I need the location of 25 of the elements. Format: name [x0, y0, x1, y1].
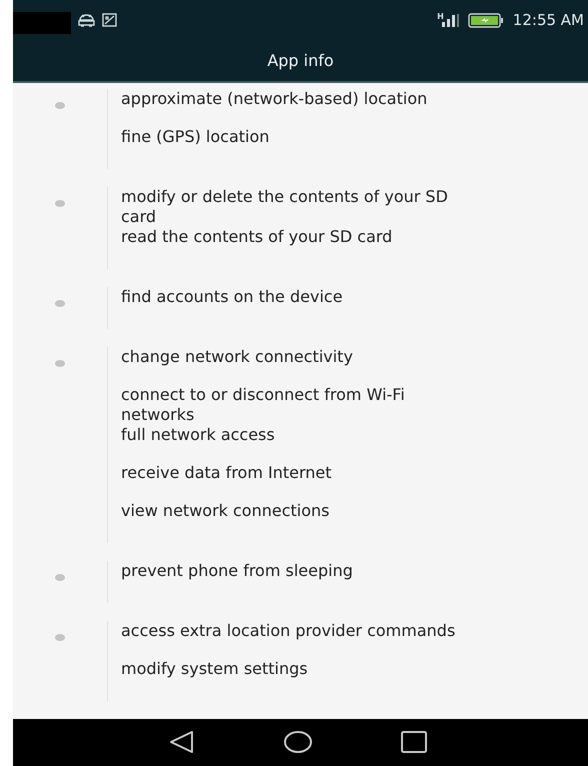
bullet-dot [55, 300, 65, 307]
permission-text: view network connections [121, 500, 330, 522]
recents-button[interactable] [401, 731, 427, 754]
bullet-dot [55, 200, 65, 207]
permission-text: full network access [121, 424, 276, 446]
permission-text: modify system settings [121, 658, 309, 680]
bullet-dot [55, 360, 65, 367]
home-button[interactable] [283, 730, 313, 754]
bullet-dot [55, 102, 65, 109]
permission-text: find accounts on the device [121, 286, 343, 308]
permission-text: approximate (network-based) location [121, 88, 428, 110]
back-button[interactable] [169, 730, 195, 754]
permission-text: receive data from Internet [121, 462, 333, 484]
image-icon [102, 13, 117, 27]
network-type: H [437, 12, 444, 20]
screen-title: App info [267, 50, 334, 70]
permission-text: change network connectivity [121, 346, 354, 368]
redacted-area [13, 12, 71, 34]
bullet-dot [55, 634, 65, 641]
permission-text: fine (GPS) location [121, 126, 270, 148]
permission-text: access extra location provider commands [121, 620, 456, 642]
bullet-dot [55, 574, 65, 581]
clock-time: 12:55 AM [512, 11, 584, 29]
permission-text: prevent phone from sleeping [121, 560, 353, 582]
permission-text: read the contents of your SD card [121, 226, 394, 248]
